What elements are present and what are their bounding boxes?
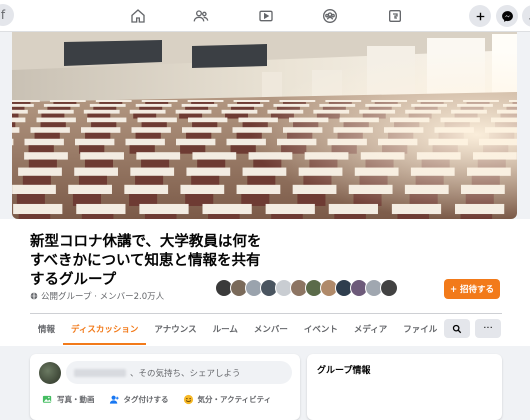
messenger-icon[interactable] [496, 5, 518, 27]
more-options-button[interactable]: ··· [475, 319, 501, 338]
compose-placeholder: 、その気持ち、シェアしよう [130, 368, 241, 379]
photo-icon [42, 395, 52, 403]
composer-actions: 写真・動画 タグ付けする 気分・アクティビティ [42, 394, 271, 405]
search-button[interactable] [444, 319, 470, 338]
feeling-icon [183, 394, 193, 405]
more-icon: ··· [483, 323, 493, 334]
group-meta: 公開グループ · メンバー2.0万人 [30, 290, 164, 302]
top-navigation: f [0, 0, 530, 32]
group-info-title: グループ情報 [317, 366, 371, 376]
invite-button[interactable]: + 招待する [444, 279, 500, 299]
gaming-icon[interactable] [385, 6, 405, 26]
photo-video-button[interactable]: 写真・動画 [42, 394, 95, 405]
group-header: 新型コロナ休講で、大学教員は何をすべきかについて知恵と情報を共有するグループ 公… [0, 219, 530, 346]
tab-6[interactable]: メディア [346, 315, 395, 342]
tag-people-label: タグ付けする [123, 395, 169, 404]
notifications-icon[interactable] [522, 5, 530, 27]
group-tabs: 情報 ディスカッション アナウンス ルーム メンバー イベント メディア ファイル [30, 315, 445, 345]
tab-3[interactable]: ルーム [205, 315, 246, 342]
add-icon[interactable] [469, 5, 491, 27]
tag-people-button[interactable]: タグ付けする [109, 394, 169, 405]
group-privacy-members[interactable]: 公開グループ · メンバー2.0万人 [41, 290, 164, 302]
post-composer: 、その気持ち、シェアしよう 写真・動画 タグ付けする 気分・アクティビティ [30, 354, 300, 420]
search-icon [452, 324, 462, 333]
facebook-logo-icon[interactable]: f [0, 4, 14, 26]
group-cover-photo [12, 32, 517, 219]
member-avatar[interactable] [380, 279, 398, 297]
feeling-activity-label: 気分・アクティビティ [197, 395, 272, 404]
compose-input[interactable]: 、その気持ち、シェアしよう [66, 361, 292, 384]
photo-video-label: 写真・動画 [57, 395, 95, 404]
groups-icon[interactable] [320, 6, 340, 26]
tab-2[interactable]: アナウンス [146, 315, 204, 342]
header-divider [30, 313, 502, 314]
group-info-card: グループ情報 [307, 354, 502, 420]
feeling-activity-button[interactable]: 気分・アクティビティ [183, 394, 272, 405]
member-avatars[interactable] [215, 279, 398, 297]
user-avatar[interactable] [39, 362, 61, 384]
tab-7[interactable]: ファイル [395, 315, 445, 342]
user-name-blurred [74, 368, 126, 377]
tab-5[interactable]: イベント [296, 315, 346, 342]
tab-0[interactable]: 情報 [30, 315, 63, 342]
home-icon[interactable] [128, 6, 148, 26]
tab-1[interactable]: ディスカッション [63, 315, 147, 345]
tab-4[interactable]: メンバー [246, 315, 296, 342]
tag-people-icon [109, 395, 119, 404]
watch-icon[interactable] [256, 6, 276, 26]
friends-icon[interactable] [191, 6, 211, 26]
globe-icon [30, 292, 38, 300]
